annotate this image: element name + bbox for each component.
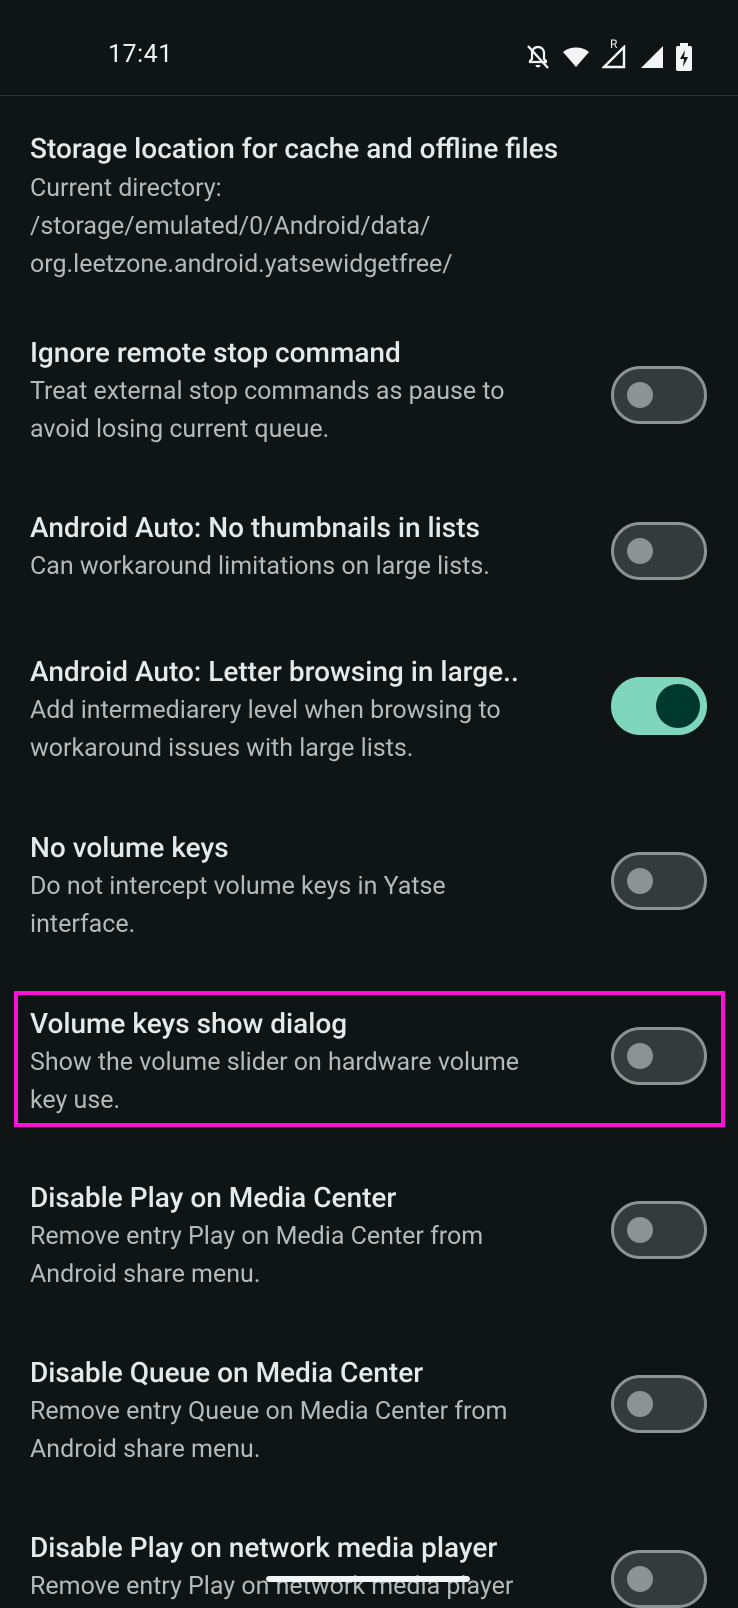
item-title: No volume keys xyxy=(30,831,229,864)
item-title: Disable Queue on Media Center xyxy=(30,1356,424,1389)
storage-location-item[interactable]: Storage location for cache and offline f… xyxy=(0,128,738,279)
item-title: Android Auto: No thumbnails in lists xyxy=(30,511,480,544)
item-title: Ignore remote stop command xyxy=(30,336,401,369)
item-summary: Remove entry Queue on Media Center from … xyxy=(30,1393,590,1469)
setting-item-ignore-remote-stop[interactable]: Ignore remote stop command Treat externa… xyxy=(0,335,738,455)
item-title: Volume keys show dialog xyxy=(30,1007,348,1040)
item-summary: Do not intercept volume keys in Yatse in… xyxy=(30,868,590,944)
no-thumbnails-switch[interactable] xyxy=(611,522,707,580)
disable-play-media-center-switch[interactable] xyxy=(611,1201,707,1259)
status-icons: R xyxy=(526,37,692,72)
ignore-remote-stop-switch[interactable] xyxy=(611,366,707,424)
summary-line: Treat external stop commands as pause to xyxy=(30,377,505,406)
item-summary: Treat external stop commands as pause to… xyxy=(30,373,590,449)
summary-line: Remove entry Play on network media playe… xyxy=(30,1572,514,1601)
summary-line: key use. xyxy=(30,1086,121,1115)
summary-line: Show the volume slider on hardware volum… xyxy=(30,1048,520,1077)
wifi-icon xyxy=(562,45,590,69)
summary-line: Add intermediarery level when browsing t… xyxy=(30,696,501,725)
summary-line: Android share menu. xyxy=(30,1435,261,1464)
summary-line: /storage/emulated/0/Android/data/ xyxy=(30,212,431,241)
switch-thumb xyxy=(627,1217,653,1243)
setting-item-disable-queue-media-center[interactable]: Disable Queue on Media Center Remove ent… xyxy=(0,1355,738,1475)
item-summary: Add intermediarery level when browsing t… xyxy=(30,692,590,768)
setting-item-volume-keys-dialog[interactable]: Volume keys show dialog Show the volume … xyxy=(0,1006,738,1126)
cell-signal-roaming-icon: R xyxy=(602,37,628,69)
setting-item-letter-browsing[interactable]: Android Auto: Letter browsing in large..… xyxy=(0,654,738,774)
item-title: Storage location for cache and offline f… xyxy=(30,132,559,165)
disable-play-network-player-switch[interactable] xyxy=(611,1550,707,1608)
item-title: Disable Play on Media Center xyxy=(30,1181,397,1214)
item-summary: Remove entry Play on network media playe… xyxy=(30,1568,590,1606)
no-volume-keys-switch[interactable] xyxy=(611,852,707,910)
summary-line: Remove entry Play on Media Center from xyxy=(30,1222,484,1251)
item-title: Android Auto: Letter browsing in large.. xyxy=(30,655,519,688)
disable-queue-media-center-switch[interactable] xyxy=(611,1375,707,1433)
notifications-off-icon xyxy=(526,44,550,70)
letter-browsing-switch[interactable] xyxy=(611,677,707,735)
summary-line: Remove entry Queue on Media Center from xyxy=(30,1397,508,1426)
item-summary: Show the volume slider on hardware volum… xyxy=(30,1044,590,1120)
summary-line: Can workaround limitations on large list… xyxy=(30,552,490,581)
setting-item-disable-play-media-center[interactable]: Disable Play on Media Center Remove entr… xyxy=(0,1180,738,1300)
switch-thumb xyxy=(627,382,653,408)
switch-thumb xyxy=(627,868,653,894)
summary-line: Current directory: xyxy=(30,174,222,203)
summary-line: org.leetzone.android.yatsewidgetfree/ xyxy=(30,250,453,279)
switch-thumb xyxy=(627,538,653,564)
setting-item-no-volume-keys[interactable]: No volume keys Do not intercept volume k… xyxy=(0,830,738,950)
volume-keys-dialog-switch[interactable] xyxy=(611,1027,707,1085)
roaming-label: R xyxy=(610,37,618,51)
item-summary: Current directory: /storage/emulated/0/A… xyxy=(30,170,710,284)
summary-line: workaround issues with large lists. xyxy=(30,734,414,763)
item-summary: Can workaround limitations on large list… xyxy=(30,548,590,586)
summary-line: interface. xyxy=(30,910,136,939)
setting-item-disable-play-network-player[interactable]: Disable Play on network media player Rem… xyxy=(0,1530,738,1608)
summary-line: Do not intercept volume keys in Yatse xyxy=(30,872,446,901)
switch-thumb xyxy=(627,1391,653,1417)
switch-thumb xyxy=(627,1566,653,1592)
status-bar: 17:41 R xyxy=(0,0,738,96)
switch-thumb xyxy=(627,1043,653,1069)
cell-signal-icon xyxy=(640,45,664,69)
clock: 17:41 xyxy=(108,40,173,69)
summary-line: Android share menu. xyxy=(30,1260,261,1289)
item-title: Disable Play on network media player xyxy=(30,1531,498,1564)
gesture-nav-handle[interactable] xyxy=(266,1576,470,1582)
battery-charging-icon xyxy=(676,43,692,71)
switch-thumb xyxy=(656,684,700,728)
item-summary: Remove entry Play on Media Center from A… xyxy=(30,1218,590,1294)
setting-item-no-thumbnails[interactable]: Android Auto: No thumbnails in lists Can… xyxy=(0,510,738,600)
summary-line: avoid losing current queue. xyxy=(30,415,330,444)
